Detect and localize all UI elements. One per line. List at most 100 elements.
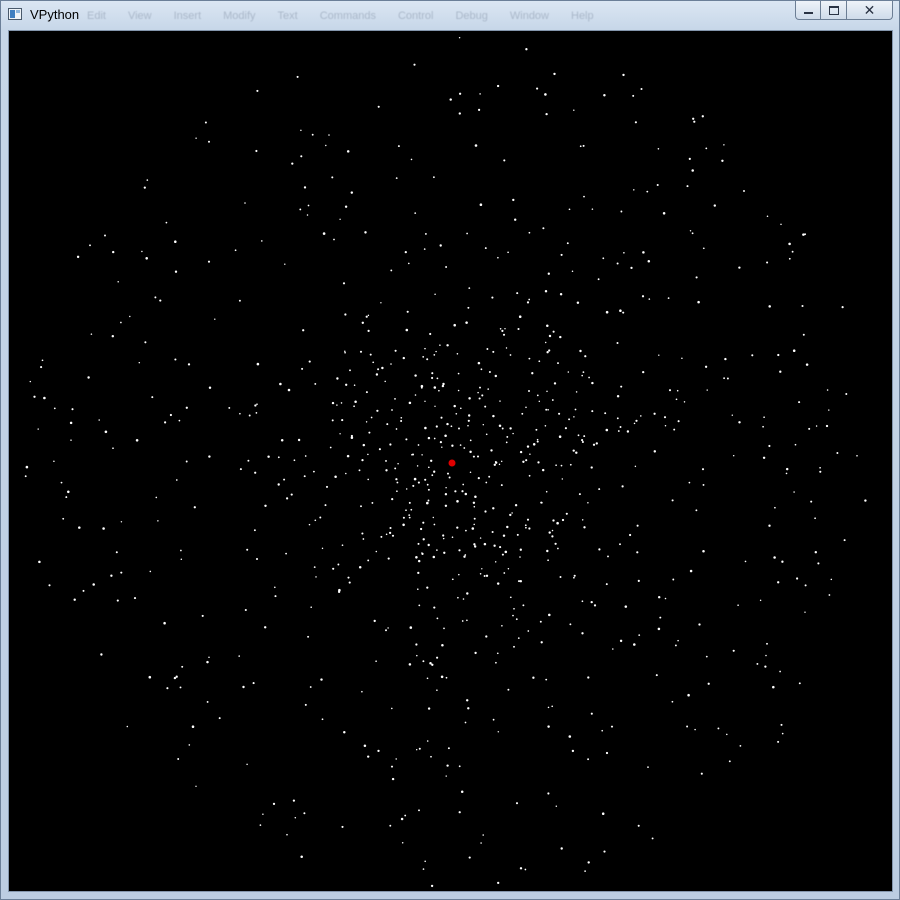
particle bbox=[616, 394, 620, 398]
particle bbox=[367, 478, 370, 481]
particle bbox=[788, 257, 791, 260]
particle bbox=[568, 208, 571, 211]
particle bbox=[112, 447, 114, 450]
particle bbox=[688, 157, 691, 160]
particle bbox=[415, 556, 418, 559]
particle bbox=[387, 557, 390, 560]
particle bbox=[438, 389, 440, 392]
particle bbox=[25, 465, 29, 469]
particle bbox=[418, 604, 421, 607]
maximize-button[interactable] bbox=[821, 1, 847, 20]
particle bbox=[512, 198, 515, 202]
particle bbox=[421, 552, 423, 554]
particle bbox=[195, 137, 197, 139]
particle bbox=[537, 461, 540, 464]
particle bbox=[642, 251, 645, 254]
particle bbox=[526, 518, 530, 521]
particle bbox=[774, 506, 776, 509]
title-bar[interactable]: VPython Edit View Insert Modify Text Commands… bbox=[1, 1, 899, 30]
particle bbox=[825, 424, 829, 428]
particle bbox=[479, 386, 481, 389]
particle bbox=[410, 508, 413, 511]
particle bbox=[810, 500, 813, 503]
particle bbox=[419, 527, 423, 531]
particle bbox=[378, 448, 381, 451]
particle bbox=[638, 634, 641, 636]
particle bbox=[299, 208, 302, 211]
particle bbox=[120, 321, 122, 324]
particle bbox=[344, 351, 346, 354]
particle bbox=[33, 395, 36, 398]
particle bbox=[408, 514, 411, 517]
particle bbox=[540, 501, 543, 504]
particle bbox=[569, 463, 572, 466]
particle bbox=[864, 499, 867, 502]
particle bbox=[348, 581, 351, 584]
particle bbox=[218, 717, 221, 720]
particle bbox=[636, 524, 639, 527]
particle bbox=[116, 599, 119, 602]
particle bbox=[165, 221, 168, 224]
particle bbox=[155, 496, 158, 499]
particle bbox=[467, 424, 469, 427]
particle bbox=[402, 523, 405, 527]
particle bbox=[304, 703, 307, 706]
particle bbox=[701, 468, 705, 471]
particle bbox=[538, 400, 541, 403]
particle bbox=[416, 654, 418, 657]
particle bbox=[285, 552, 287, 555]
particle bbox=[595, 442, 598, 445]
menu-item-ghost: Insert bbox=[173, 10, 202, 22]
particle bbox=[427, 707, 431, 710]
particle bbox=[208, 386, 212, 389]
particle bbox=[442, 382, 445, 386]
particle bbox=[605, 751, 609, 755]
particle bbox=[407, 262, 410, 265]
particle bbox=[443, 551, 446, 554]
particle bbox=[290, 493, 293, 496]
particle bbox=[362, 443, 366, 447]
particle bbox=[367, 453, 369, 456]
vpython-scene-canvas[interactable] bbox=[8, 30, 893, 892]
app-icon[interactable] bbox=[8, 8, 22, 20]
particle bbox=[601, 729, 604, 732]
particle bbox=[390, 269, 393, 272]
particle bbox=[415, 643, 418, 646]
particle bbox=[462, 598, 465, 600]
particle bbox=[469, 450, 472, 454]
particle bbox=[458, 549, 461, 552]
close-button[interactable]: ✕ bbox=[847, 1, 893, 20]
particle bbox=[343, 730, 346, 734]
minimize-button[interactable] bbox=[795, 1, 821, 20]
particle bbox=[548, 531, 551, 534]
particle bbox=[569, 623, 572, 626]
particle bbox=[208, 140, 210, 143]
particle bbox=[546, 351, 549, 354]
particle bbox=[584, 355, 587, 358]
particle bbox=[67, 490, 70, 494]
particle bbox=[568, 735, 572, 738]
particle bbox=[442, 537, 445, 540]
particle bbox=[497, 881, 500, 885]
particle bbox=[756, 662, 759, 665]
particle bbox=[473, 517, 476, 520]
particle bbox=[353, 384, 356, 386]
particle bbox=[494, 460, 497, 463]
particle bbox=[426, 501, 429, 505]
particle bbox=[328, 134, 330, 136]
particle bbox=[655, 674, 658, 677]
particle bbox=[434, 293, 436, 296]
particle bbox=[453, 404, 456, 408]
particle bbox=[436, 617, 439, 620]
particle bbox=[493, 463, 496, 466]
particle bbox=[126, 725, 129, 728]
particle bbox=[584, 870, 586, 872]
particle bbox=[315, 576, 317, 578]
particle bbox=[456, 526, 459, 529]
particle bbox=[587, 501, 589, 504]
particle bbox=[414, 394, 417, 396]
particle bbox=[112, 250, 115, 254]
particle bbox=[400, 416, 403, 419]
particle bbox=[424, 347, 426, 350]
particle bbox=[467, 707, 470, 710]
